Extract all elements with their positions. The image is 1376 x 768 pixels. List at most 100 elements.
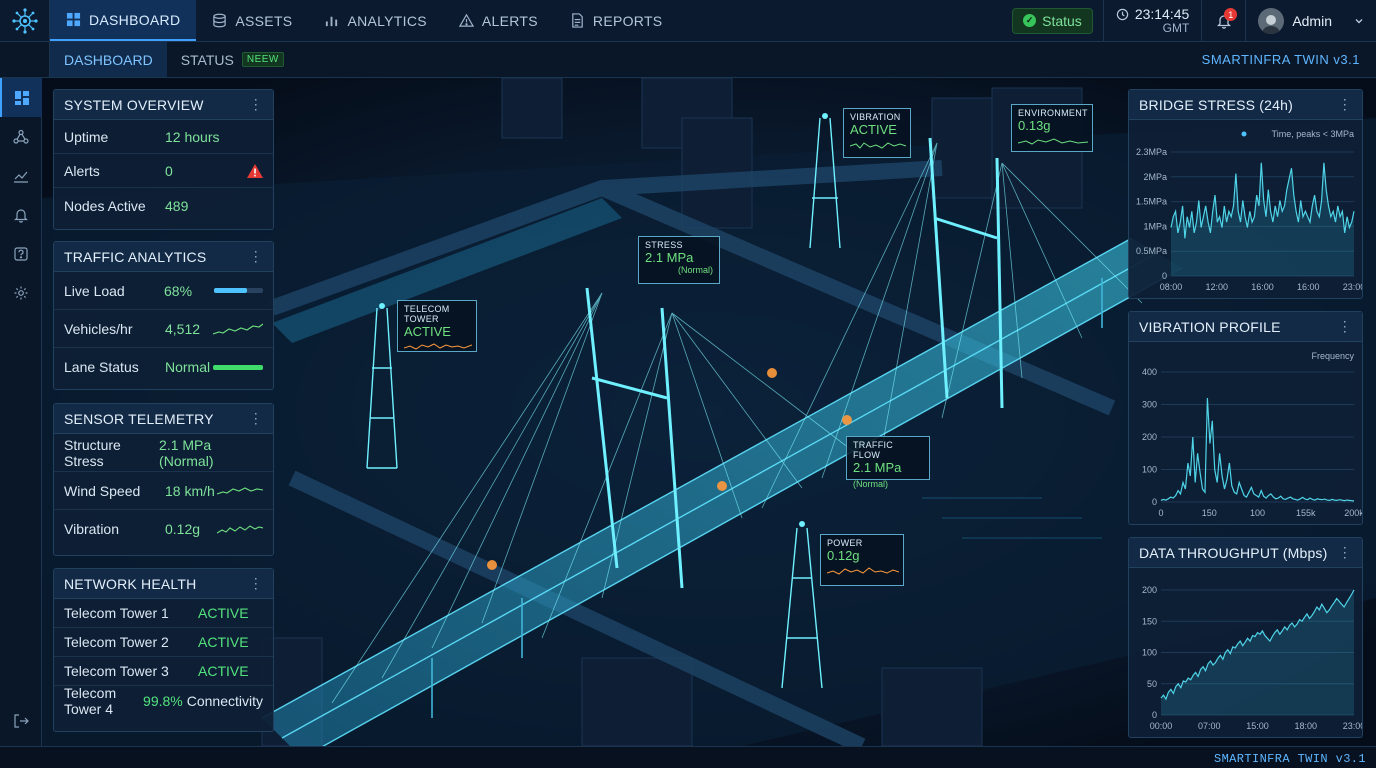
power-title: POWER [827,538,863,548]
lane-status-row: Lane Status Normal [54,348,273,386]
live-load-bar-fill [213,288,248,293]
vibration-value: ACTIVE [850,122,897,137]
tab-status[interactable]: STATUS NEEW [167,42,298,77]
telecom-tower-1-label: Telecom Tower 1 [64,605,169,621]
stress-label[interactable]: STRESS 2.1 MPa (Normal) [638,236,720,284]
system-status-button[interactable]: ✓ Status [1012,7,1093,34]
y-tick-label: 200 [1142,432,1157,442]
x-tick-label: 00:00 [1150,721,1173,731]
nav-analytics[interactable]: ANALYTICS [308,0,442,41]
rail-help-button[interactable] [0,234,42,273]
y-tick-label: 100 [1142,648,1157,658]
uptime-label: Uptime [64,128,109,145]
vibration-title: VIBRATION [850,112,901,122]
more-vertical-icon[interactable]: ⋮ [249,96,263,113]
x-tick-label: 100 [1250,508,1265,518]
lane-status-value: Normal [165,359,211,375]
vibration-label[interactable]: VIBRATION ACTIVE [843,108,911,158]
avatar [1258,7,1285,34]
notification-count-badge: 1 [1224,8,1238,21]
telecom-tower-1-status: ACTIVE [198,605,249,621]
left-icon-rail [0,78,42,746]
bridge-stress-header: BRIDGE STRESS (24h) ⋮ [1129,90,1362,120]
structure-stress-label: Structure Stress [64,436,121,469]
traffic-analytics-panel: TRAFFIC ANALYTICS ⋮ Live Load 68% Vehicl… [53,241,274,390]
environment-label[interactable]: ENVIRONMENT 0.13g [1011,104,1093,152]
notifications-button[interactable]: 1 [1202,0,1247,41]
more-vertical-icon[interactable]: ⋮ [1338,96,1352,113]
x-tick-label: 16:00 [1297,282,1320,292]
user-name: Admin [1292,12,1332,29]
warning-triangle-icon [247,163,263,178]
y-tick-label: 0 [1152,497,1157,507]
alerts-row: Alerts 0 [54,154,273,188]
help-icon [14,246,28,261]
document-icon [572,13,583,28]
rail-dashboard-button[interactable] [0,78,42,117]
x-tick-label: 08:00 [1160,282,1183,292]
y-tick-label: 300 [1142,400,1157,410]
rail-settings-button[interactable] [0,273,42,312]
power-sparkline [826,567,900,575]
tab-dashboard-label: DASHBOARD [64,51,153,68]
traffic-flow-label[interactable]: TRAFFIC FLOW 2.1 MPa (Normal) [846,436,930,489]
telecom-tower-4-status: 99.8% [143,692,183,709]
stress-title: STRESS [645,240,683,250]
check-circle-icon: ✓ [1023,14,1037,27]
wind-speed-row: Wind Speed 18 km/h [54,472,273,510]
clock-time: 23:14:45 [1134,5,1190,22]
system-overview-title: SYSTEM OVERVIEW [64,96,204,113]
top-navigation-bar: DASHBOARD ASSETS ANALYTICS ALERTS REPORT… [0,0,1376,42]
legend-dot [1241,131,1247,137]
data-throughput-chart[interactable]: 0 50 100 150 200 00:00 07:00 15:00 18:00 23:00 [1129,568,1362,737]
rail-network-button[interactable] [0,117,42,156]
telecom-tower-label[interactable]: TELECOM TOWER ACTIVE [397,300,477,352]
nav-assets[interactable]: ASSETS [196,0,308,41]
traffic-flow-reading: 2.1 MPa [853,460,902,475]
user-silhouette-icon [1262,14,1281,34]
sensor-telemetry-header: SENSOR TELEMETRY ⋮ [54,404,273,434]
nav-dashboard[interactable]: DASHBOARD [50,0,197,41]
bridge-stress-chart[interactable]: Time, peaks < 3MPa 0 0.5MPa 1MPa 1.5MPa 2MPa 2… [1129,120,1362,298]
traffic-analytics-header: TRAFFIC ANALYTICS ⋮ [54,242,273,272]
power-label[interactable]: POWER 0.12g [820,534,904,586]
sensor-telemetry-title: SENSOR TELEMETRY [64,410,214,427]
line-chart-icon [14,171,28,183]
user-menu[interactable]: Admin [1246,7,1376,34]
more-vertical-icon[interactable]: ⋮ [249,410,263,427]
nav-reports[interactable]: REPORTS [554,0,679,41]
vibration-row: Vibration 0.12g [54,510,273,548]
rail-alerts-button[interactable] [0,195,42,234]
traffic-analytics-title: TRAFFIC ANALYTICS [64,248,207,265]
app-logo[interactable] [0,0,50,41]
y-tick-label: 2MPa [1143,172,1167,182]
status-label: Status [1042,12,1082,29]
more-vertical-icon[interactable]: ⋮ [1338,544,1352,561]
environment-title: ENVIRONMENT [1018,108,1088,118]
logout-icon [14,713,29,728]
live-load-bar [213,288,263,293]
vibration-profile-header: VIBRATION PROFILE ⋮ [1129,312,1362,342]
vibration-sparkline [849,142,907,149]
tab-dashboard[interactable]: DASHBOARD [50,42,167,77]
rail-logout-button[interactable] [0,701,42,740]
rail-analytics-button[interactable] [0,156,42,195]
more-vertical-icon[interactable]: ⋮ [249,575,263,592]
footer-bar: SMARTINFRA TWIN v3.1 [0,746,1376,768]
nav-alerts[interactable]: ALERTS [443,0,554,41]
nav-assets-label: ASSETS [235,12,293,29]
nav-dashboard-label: DASHBOARD [89,11,181,28]
y-tick-label: 2.3MPa [1136,147,1167,157]
network-health-panel: NETWORK HEALTH ⋮ Telecom Tower 1 ACTIVE … [53,568,274,732]
grid-icon [66,12,81,27]
sensor-telemetry-panel: SENSOR TELEMETRY ⋮ Structure Stress 2.1 … [53,403,274,556]
vibration-profile-chart[interactable]: Frequency 0 100 200 300 400 0 150 100 155k 200k [1129,342,1362,524]
more-vertical-icon[interactable]: ⋮ [249,248,263,265]
y-tick-label: 0 [1162,271,1167,281]
more-vertical-icon[interactable]: ⋮ [1338,318,1352,335]
x-tick-label: 155k [1296,508,1316,518]
structure-stress-value: 2.1 MPa (Normal) [159,436,214,469]
telecom-tower-2-label: Telecom Tower 2 [64,634,169,650]
telecom-tower-4-label: Telecom Tower 4 [64,684,117,717]
bar-chart-icon [326,16,338,27]
